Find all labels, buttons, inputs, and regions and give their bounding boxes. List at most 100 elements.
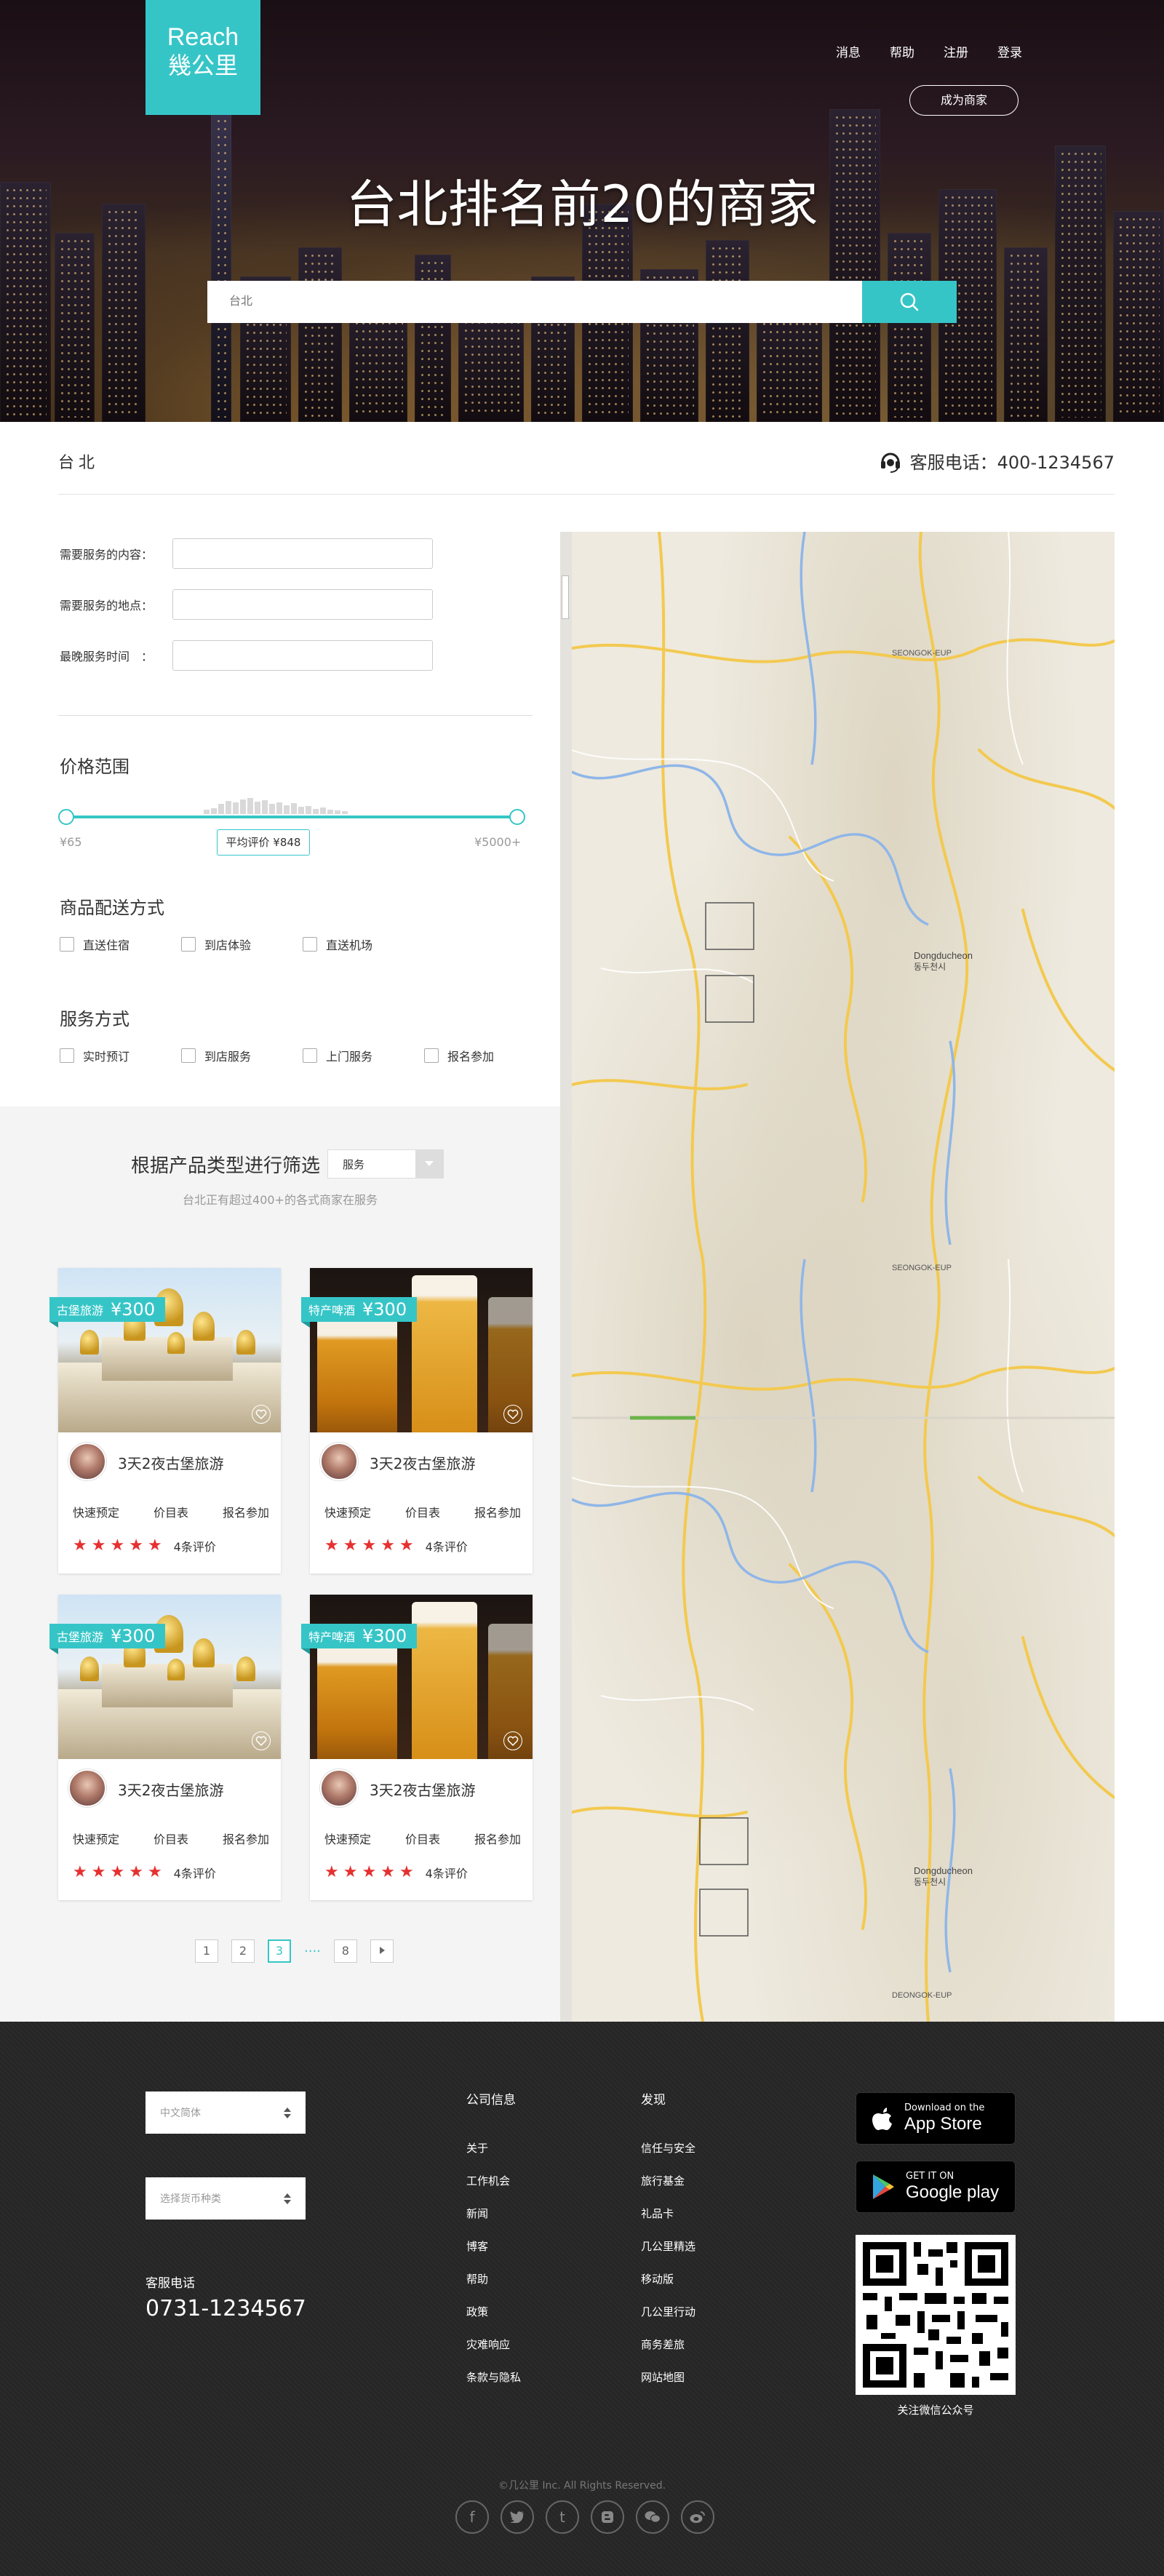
product-card[interactable]: 古堡旅游 ¥300 3天2夜古堡旅游 快速预定 价目表 报名参加 ★ ★ ★ ★ ★ 4条… xyxy=(49,1595,281,1900)
twitter-icon[interactable] xyxy=(501,2500,534,2534)
product-card[interactable]: 特产啤酒 ¥300 3天2夜古堡旅游 快速预定 价目表 报名参加 ★ ★ ★ ★ ★ 4条… xyxy=(301,1268,533,1574)
heart-icon[interactable] xyxy=(252,1405,271,1424)
facebook-icon[interactable]: f xyxy=(455,2500,489,2534)
footer-link[interactable]: 帮助 xyxy=(466,2272,521,2305)
search-button[interactable] xyxy=(862,281,957,323)
price-slider-track[interactable] xyxy=(65,816,518,818)
nav-help[interactable]: 帮助 xyxy=(890,42,914,60)
map-zoom-knob[interactable] xyxy=(562,575,569,619)
footer-link[interactable]: 几公里精选 xyxy=(641,2239,695,2272)
footer-link[interactable]: 旅行基金 xyxy=(641,2174,695,2206)
star-icon: ★ xyxy=(399,1536,414,1555)
nav-login[interactable]: 登录 xyxy=(997,42,1022,60)
checkbox-in-store[interactable]: 到店体验 xyxy=(181,936,303,953)
type-select[interactable]: 服务 xyxy=(327,1149,445,1179)
review-count[interactable]: 4条评价 xyxy=(174,1864,216,1881)
avatar[interactable] xyxy=(320,1443,358,1480)
checkbox-deliver-airport[interactable]: 直送机场 xyxy=(303,936,424,953)
price-list-link[interactable]: 价目表 xyxy=(405,1830,440,1847)
sign-up-link[interactable]: 报名参加 xyxy=(223,1503,269,1520)
sign-up-link[interactable]: 报名参加 xyxy=(474,1830,521,1847)
price-list-link[interactable]: 价目表 xyxy=(154,1830,188,1847)
language-select[interactable]: 中文简体 xyxy=(146,2091,306,2134)
footer-link[interactable]: 条款与隐私 xyxy=(466,2370,521,2403)
quick-book-link[interactable]: 快速预定 xyxy=(73,1830,119,1847)
footer-link[interactable]: 信任与安全 xyxy=(641,2141,695,2174)
price-list-link[interactable]: 价目表 xyxy=(405,1503,440,1520)
results-subtitle: 台北正有超过400+的各式商家在服务 xyxy=(183,1193,378,1207)
chevron-down-icon xyxy=(415,1150,444,1178)
price-max-handle[interactable] xyxy=(509,809,525,825)
review-count[interactable]: 4条评价 xyxy=(426,1864,468,1881)
card-title[interactable]: 3天2夜古堡旅游 xyxy=(370,1779,475,1800)
app-store-button[interactable]: Download on the App Store xyxy=(856,2092,1016,2145)
type-filter-label: 根据产品类型进行筛选 xyxy=(131,1155,321,1177)
quick-book-link[interactable]: 快速预定 xyxy=(324,1503,371,1520)
card-image[interactable] xyxy=(310,1268,533,1432)
heart-icon[interactable] xyxy=(252,1731,271,1750)
sign-up-link[interactable]: 报名参加 xyxy=(474,1503,521,1520)
checkbox-home-service[interactable]: 上门服务 xyxy=(303,1047,424,1064)
review-count[interactable]: 4条评价 xyxy=(174,1537,216,1555)
page-2[interactable]: 2 xyxy=(231,1939,255,1963)
footer-link[interactable]: 商务差旅 xyxy=(641,2337,695,2370)
service-location-input[interactable] xyxy=(172,589,433,620)
nav-messages[interactable]: 消息 xyxy=(836,42,861,60)
checkbox-label: 实时预订 xyxy=(83,1050,130,1064)
page-1[interactable]: 1 xyxy=(195,1939,218,1963)
tumblr-icon[interactable]: t xyxy=(546,2500,579,2534)
footer-link[interactable]: 礼品卡 xyxy=(641,2206,695,2239)
page-8[interactable]: 8 xyxy=(333,1939,357,1963)
review-count[interactable]: 4条评价 xyxy=(426,1537,468,1555)
card-image[interactable] xyxy=(58,1595,281,1759)
product-card[interactable]: 古堡旅游 ¥300 3天2夜古堡旅游 快速预定 价目表 报名参加 ★ ★ ★ ★ ★ 4条… xyxy=(49,1268,281,1574)
avatar[interactable] xyxy=(68,1769,106,1807)
footer-link[interactable]: 政策 xyxy=(466,2305,521,2337)
footer-link[interactable]: 博客 xyxy=(466,2239,521,2272)
card-title[interactable]: 3天2夜古堡旅游 xyxy=(118,1779,223,1800)
quick-book-link[interactable]: 快速预定 xyxy=(324,1830,371,1847)
checkbox-in-store-service[interactable]: 到店服务 xyxy=(181,1047,303,1064)
footer-link[interactable]: 新闻 xyxy=(466,2206,521,2239)
weibo-icon[interactable] xyxy=(681,2500,714,2534)
footer-link[interactable]: 关于 xyxy=(466,2141,521,2174)
map-label: SEONGOK-EUP xyxy=(892,1264,952,1272)
card-title[interactable]: 3天2夜古堡旅游 xyxy=(118,1452,223,1473)
heart-icon[interactable] xyxy=(503,1731,522,1750)
card-image[interactable] xyxy=(310,1595,533,1759)
sign-up-link[interactable]: 报名参加 xyxy=(223,1830,269,1847)
avatar[interactable] xyxy=(68,1443,106,1480)
card-image[interactable] xyxy=(58,1268,281,1432)
field-label: 需要服务的内容： xyxy=(60,548,154,562)
footer-link[interactable]: 几公里行动 xyxy=(641,2305,695,2337)
blogger-icon[interactable] xyxy=(591,2500,624,2534)
become-merchant-button[interactable]: 成为商家 xyxy=(909,85,1018,116)
avatar[interactable] xyxy=(320,1769,358,1807)
google-play-button[interactable]: GET IT ON Google play xyxy=(856,2161,1016,2213)
footer-link[interactable]: 移动版 xyxy=(641,2272,695,2305)
heart-icon[interactable] xyxy=(503,1405,522,1424)
nav-register[interactable]: 注册 xyxy=(944,42,968,60)
checkbox-deliver-lodging[interactable]: 直送住宿 xyxy=(60,936,181,953)
quick-book-link[interactable]: 快速预定 xyxy=(73,1503,119,1520)
next-page-button[interactable] xyxy=(370,1939,394,1963)
price-min-handle[interactable] xyxy=(58,809,74,825)
footer-link[interactable]: 网站地图 xyxy=(641,2370,695,2403)
site-logo[interactable]: Reach 幾公里 xyxy=(146,0,260,115)
page-3-current[interactable]: 3 xyxy=(268,1939,291,1963)
currency-select[interactable]: 选择货币种类 xyxy=(146,2177,306,2220)
wechat-icon[interactable] xyxy=(636,2500,669,2534)
search-input[interactable] xyxy=(207,281,862,323)
map-zoom-bar[interactable] xyxy=(560,532,572,2022)
card-title[interactable]: 3天2夜古堡旅游 xyxy=(370,1452,475,1473)
checkbox-realtime-booking[interactable]: 实时预订 xyxy=(60,1047,181,1064)
footer-link[interactable]: 灾难响应 xyxy=(466,2337,521,2370)
checkbox-sign-up[interactable]: 报名参加 xyxy=(424,1047,546,1064)
latest-service-time-input[interactable] xyxy=(172,640,433,671)
price-list-link[interactable]: 价目表 xyxy=(154,1503,188,1520)
footer-link[interactable]: 工作机会 xyxy=(466,2174,521,2206)
product-card[interactable]: 特产啤酒 ¥300 3天2夜古堡旅游 快速预定 价目表 报名参加 ★ ★ ★ ★ ★ 4条… xyxy=(301,1595,533,1900)
map-view[interactable]: Dongducheon 동두천시 Dongducheon 동두천시 SEONGO… xyxy=(560,532,1115,2022)
service-content-input[interactable] xyxy=(172,538,433,569)
footer-column-title: 公司信息 xyxy=(466,2093,516,2108)
